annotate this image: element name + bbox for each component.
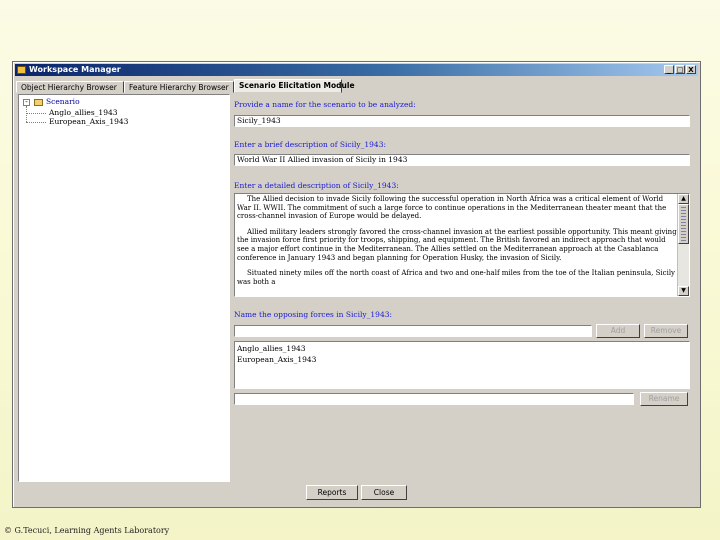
- scenario-tree[interactable]: - Scenario Anglo_allies_1943 European_Ax…: [18, 94, 230, 482]
- tree-connector: [26, 122, 46, 123]
- window-app-icon: [17, 66, 26, 74]
- list-item[interactable]: European_Axis_1943: [237, 354, 689, 365]
- opposing-force-input[interactable]: [234, 325, 592, 337]
- tree-root-scenario[interactable]: Scenario: [46, 97, 80, 106]
- tab-feature-hierarchy-browser[interactable]: Feature Hierarchy Browser: [124, 81, 234, 93]
- remove-force-button[interactable]: Remove: [644, 324, 688, 338]
- reports-button[interactable]: Reports: [306, 485, 358, 500]
- opposing-forces-label: Name the opposing forces in Sicily_1943:: [234, 310, 393, 319]
- tab-scenario-elicitation-module[interactable]: Scenario Elicitation Module: [234, 79, 355, 93]
- tree-connector: [26, 113, 46, 114]
- bottom-button-bar: Reports Close: [13, 482, 700, 506]
- scenario-name-label: Provide a name for the scenario to be an…: [234, 100, 416, 109]
- minimize-button[interactable]: _: [664, 65, 674, 74]
- tab-strip: Object Hierarchy Browser Feature Hierarc…: [16, 79, 355, 93]
- close-button[interactable]: Close: [361, 485, 407, 500]
- detailed-description-textarea[interactable]: The Allied decision to invade Sicily fol…: [234, 193, 690, 297]
- brief-description-label: Enter a brief description of Sicily_1943…: [234, 140, 386, 149]
- window-title: Workspace Manager: [29, 65, 121, 74]
- tab-object-hierarchy-browser[interactable]: Object Hierarchy Browser: [16, 81, 124, 93]
- scrollbar-thumb[interactable]: [678, 204, 689, 244]
- tree-item-anglo-allies[interactable]: Anglo_allies_1943: [49, 108, 118, 117]
- tree-collapse-icon[interactable]: -: [23, 99, 30, 106]
- description-paragraph: Situated ninety miles off the north coas…: [237, 269, 676, 286]
- scroll-down-icon[interactable]: ▼: [678, 286, 689, 296]
- copyright-footer: © G.Tecuci, Learning Agents Laboratory: [4, 526, 170, 535]
- detailed-description-text: The Allied decision to invade Sicily fol…: [237, 195, 677, 293]
- opposing-forces-list[interactable]: Anglo_allies_1943 European_Axis_1943: [234, 341, 690, 389]
- rename-force-button[interactable]: Rename: [640, 392, 688, 406]
- list-item[interactable]: Anglo_allies_1943: [237, 343, 689, 354]
- description-paragraph: Allied military leaders strongly favored…: [237, 227, 677, 262]
- brief-description-input[interactable]: World War II Allied invasion of Sicily i…: [234, 154, 690, 166]
- scroll-up-icon[interactable]: ▲: [678, 194, 689, 204]
- description-paragraph: The Allied decision to invade Sicily fol…: [237, 195, 667, 221]
- tree-connector: [26, 106, 27, 122]
- title-bar[interactable]: Workspace Manager _ □ X: [15, 64, 698, 76]
- rename-force-input[interactable]: [234, 393, 634, 405]
- tree-item-european-axis[interactable]: European_Axis_1943: [49, 117, 128, 126]
- close-window-button[interactable]: X: [686, 65, 696, 74]
- vertical-scrollbar[interactable]: ▲ ▼: [677, 194, 689, 296]
- workspace-manager-window: Workspace Manager _ □ X Object Hierarchy…: [12, 61, 701, 508]
- detailed-description-label: Enter a detailed description of Sicily_1…: [234, 181, 399, 190]
- scenario-name-input[interactable]: Sicily_1943: [234, 115, 690, 127]
- scenario-elicitation-panel: Provide a name for the scenario to be an…: [232, 94, 696, 482]
- folder-icon: [34, 99, 43, 106]
- maximize-button[interactable]: □: [675, 65, 685, 74]
- add-force-button[interactable]: Add: [596, 324, 640, 338]
